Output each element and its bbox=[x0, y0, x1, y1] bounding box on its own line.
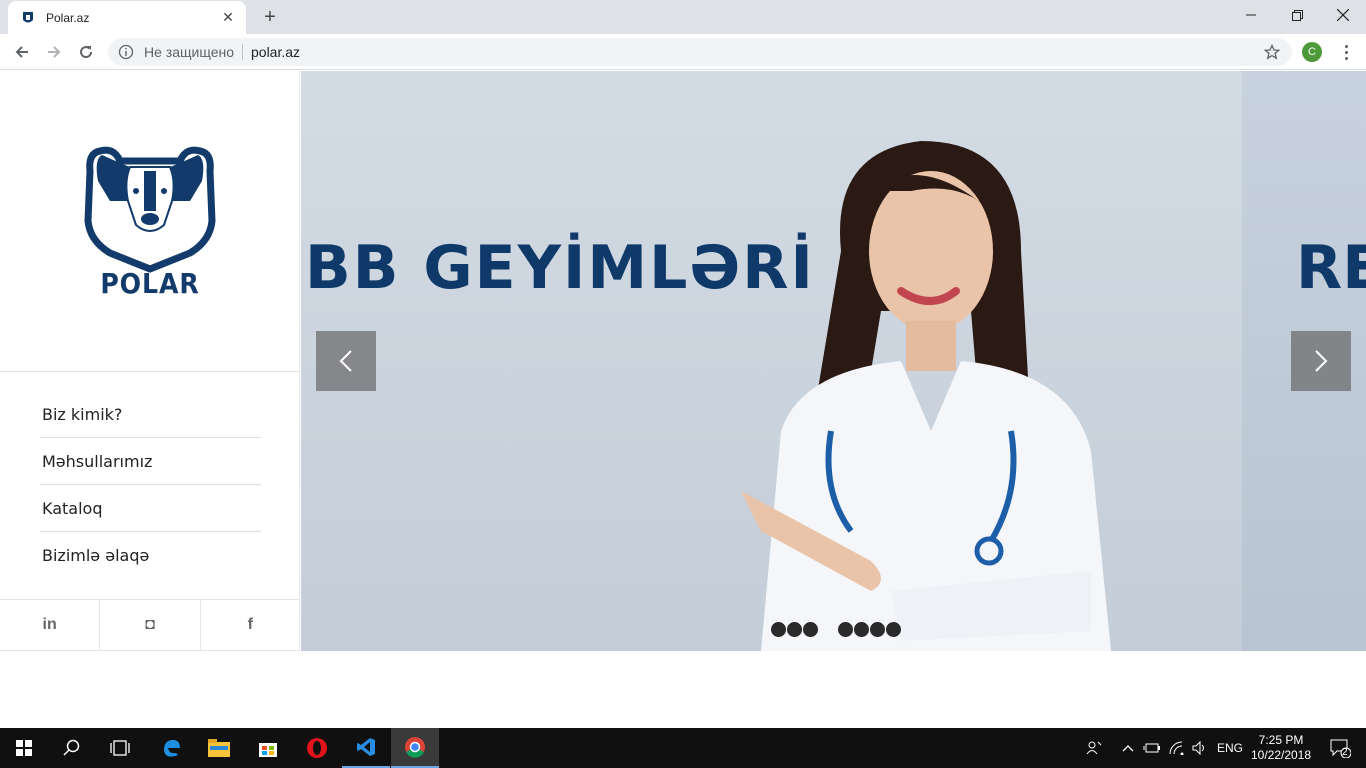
show-hidden-icons-chevron-icon[interactable] bbox=[1118, 728, 1138, 768]
tab-close-icon[interactable]: ✕ bbox=[220, 9, 236, 26]
restore-icon[interactable] bbox=[1274, 0, 1320, 30]
linkedin-icon[interactable]: in bbox=[0, 600, 101, 650]
browser-menu-icon[interactable] bbox=[1336, 42, 1356, 62]
file-explorer-icon[interactable] bbox=[195, 728, 243, 768]
slider-pagination bbox=[771, 622, 901, 637]
slider-dot-gap bbox=[819, 622, 837, 637]
profile-avatar[interactable]: C bbox=[1302, 42, 1322, 62]
main-nav: Biz kimik? Məhsullarımız Kataloq Bizimlə… bbox=[40, 391, 261, 579]
browser-tab[interactable]: Polar.az ✕ bbox=[8, 1, 246, 34]
slider-dot[interactable] bbox=[803, 622, 818, 637]
windows-taskbar: ENG 7:25 PM 10/22/2018 2 bbox=[0, 728, 1366, 768]
notification-count: 2 bbox=[1342, 747, 1348, 758]
tab-title: Polar.az bbox=[46, 10, 90, 25]
search-icon[interactable] bbox=[48, 728, 96, 768]
nav-item-contact[interactable]: Bizimlə əlaqə bbox=[40, 532, 261, 579]
opera-icon[interactable] bbox=[293, 728, 341, 768]
slider-dot[interactable] bbox=[854, 622, 869, 637]
slider-dot[interactable] bbox=[886, 622, 901, 637]
language-indicator[interactable]: ENG bbox=[1214, 728, 1246, 768]
address-bar[interactable]: Не защищено polar.az bbox=[108, 38, 1292, 66]
logo-wordmark: POLAR bbox=[100, 267, 200, 300]
minimize-icon[interactable] bbox=[1228, 0, 1274, 30]
reload-icon[interactable] bbox=[72, 38, 100, 66]
back-icon[interactable] bbox=[8, 38, 36, 66]
slider-dot[interactable] bbox=[870, 622, 885, 637]
sidebar-divider bbox=[0, 371, 300, 372]
vscode-icon[interactable] bbox=[342, 728, 390, 768]
info-icon[interactable] bbox=[118, 44, 134, 60]
slider-dot[interactable] bbox=[787, 622, 802, 637]
doctor-photo bbox=[741, 141, 1111, 651]
next-slide-headline: RE bbox=[1296, 233, 1366, 303]
social-links: in ◘ f bbox=[0, 599, 300, 651]
clock-time: 7:25 PM bbox=[1258, 733, 1304, 747]
polar-favicon-icon bbox=[23, 11, 33, 22]
facebook-icon[interactable]: f bbox=[201, 600, 300, 650]
close-window-icon[interactable] bbox=[1320, 0, 1366, 30]
omnibox-separator bbox=[242, 44, 243, 60]
slider-dot[interactable] bbox=[771, 622, 786, 637]
task-view-icon[interactable] bbox=[96, 728, 144, 768]
tab-strip: Polar.az ✕ + bbox=[0, 0, 1366, 34]
nav-item-catalog[interactable]: Kataloq bbox=[40, 485, 261, 532]
sidebar: POLAR Biz kimik? Məhsullarımız Kataloq B… bbox=[0, 71, 300, 651]
url-text[interactable]: polar.az bbox=[251, 44, 300, 60]
bookmark-star-icon[interactable] bbox=[1264, 44, 1280, 60]
clock-date: 10/22/2018 bbox=[1250, 748, 1312, 762]
slider-dot[interactable] bbox=[838, 622, 853, 637]
security-label: Не защищено bbox=[144, 44, 234, 60]
battery-icon[interactable] bbox=[1142, 728, 1162, 768]
clock[interactable]: 7:25 PM 10/22/2018 bbox=[1248, 728, 1314, 768]
browser-toolbar: Не защищено polar.az C bbox=[0, 34, 1366, 70]
volume-icon[interactable] bbox=[1190, 728, 1210, 768]
hero-slider: BB GEYİMLƏRİ RE bbox=[301, 71, 1366, 651]
chrome-icon[interactable] bbox=[391, 728, 439, 768]
slider-prev-button[interactable] bbox=[316, 331, 376, 391]
edge-icon[interactable] bbox=[147, 728, 195, 768]
notifications-icon[interactable]: 2 bbox=[1320, 728, 1360, 768]
windows-start-icon[interactable] bbox=[0, 728, 48, 768]
nav-item-products[interactable]: Məhsullarımız bbox=[40, 438, 261, 485]
forward-icon[interactable] bbox=[40, 38, 68, 66]
wifi-icon[interactable] bbox=[1166, 728, 1188, 768]
store-icon[interactable] bbox=[244, 728, 292, 768]
slider-next-button[interactable] bbox=[1291, 331, 1351, 391]
instagram-icon[interactable]: ◘ bbox=[100, 600, 201, 650]
new-tab-button[interactable]: + bbox=[258, 6, 282, 28]
people-icon[interactable] bbox=[1082, 728, 1106, 768]
nav-item-about[interactable]: Biz kimik? bbox=[40, 391, 261, 438]
